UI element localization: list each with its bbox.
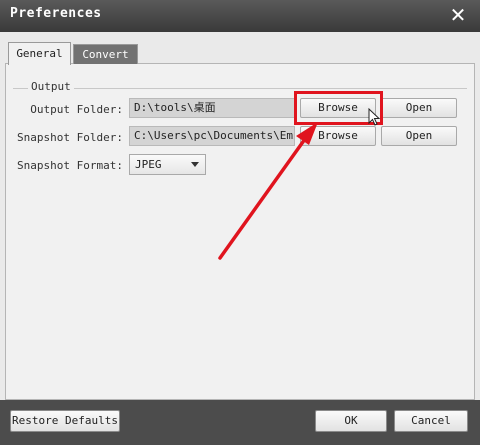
output-folder-field[interactable]: D:\tools\桌面 — [129, 98, 295, 118]
ok-button[interactable]: OK — [315, 410, 387, 432]
title-bar: Preferences ✕ — [0, 0, 480, 32]
restore-defaults-button[interactable]: Restore Defaults — [10, 410, 120, 432]
snapshot-folder-field[interactable]: C:\Users\pc\Documents\Emic — [129, 126, 295, 146]
chevron-down-icon — [191, 162, 199, 167]
snapshot-format-select[interactable]: JPEG — [129, 154, 206, 175]
tab-general[interactable]: General — [8, 42, 71, 65]
output-group-title: Output — [28, 80, 74, 93]
snapshot-open-button[interactable]: Open — [381, 126, 457, 146]
window-title: Preferences — [10, 6, 102, 21]
snapshot-browse-button[interactable]: Browse — [300, 126, 376, 146]
cancel-button[interactable]: Cancel — [394, 410, 468, 432]
output-folder-label: Output Folder: — [30, 103, 123, 116]
preferences-window: Preferences ✕ General Convert Output Out… — [0, 0, 480, 445]
tab-convert[interactable]: Convert — [73, 44, 138, 64]
group-divider — [13, 88, 467, 89]
snapshot-format-value: JPEG — [135, 158, 162, 171]
snapshot-format-label: Snapshot Format: — [17, 159, 123, 172]
output-open-button[interactable]: Open — [381, 98, 457, 118]
close-icon[interactable]: ✕ — [446, 3, 470, 27]
snapshot-folder-label: Snapshot Folder: — [17, 131, 123, 144]
mouse-cursor-icon — [368, 108, 381, 126]
